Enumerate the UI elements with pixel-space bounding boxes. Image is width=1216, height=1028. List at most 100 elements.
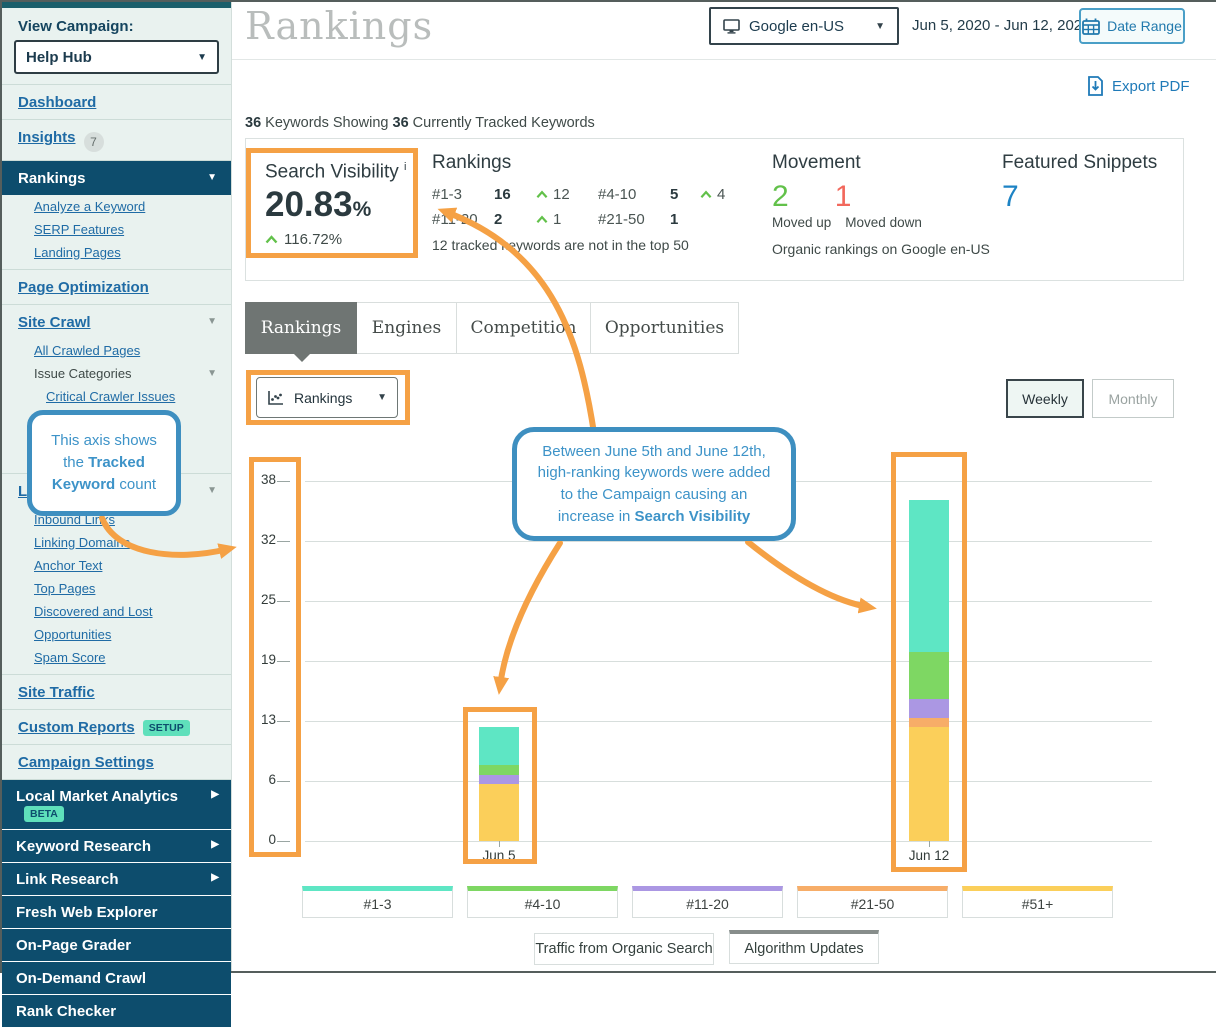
tab-engines[interactable]: Engines [357,302,457,354]
legend-item[interactable]: #11-20 [632,886,783,918]
search-visibility-title: Search Visibility i [265,161,413,183]
y-axis-highlight [249,457,301,857]
engine-select[interactable]: Google en-US ▼ [709,7,899,45]
sidebar-subitem-label: Issue Categories [34,366,132,381]
featured-snippets-value: 7 [1002,180,1157,214]
callout-text: Between June 5th and June 12th, high-ran… [531,441,777,528]
campaign-select-value: Help Hub [26,49,92,66]
sidebar-tool-on-page-grader[interactable]: On-Page Grader [2,929,231,962]
sidebar-item-top-pages[interactable]: Top Pages [2,577,231,600]
sidebar-item-linking-domains[interactable]: Linking Domains [2,531,231,554]
setup-badge: SETUP [143,720,190,736]
rankings-summary-title: Rankings [432,152,762,174]
keywords-count: 36 [245,115,261,131]
chart-type-select-value: Rankings [294,390,352,406]
legend-item[interactable]: #51+ [962,886,1113,918]
moved-down-value: 1 [835,180,852,214]
sidebar-subitem-label: Analyze a Keyword [34,199,145,214]
tool-label: Keyword Research [16,838,151,855]
chart-type-select[interactable]: Rankings ▼ [256,377,398,418]
sidebar-item-site-crawl[interactable]: Site Crawl ▼ [2,304,231,339]
sidebar-item-discovered-and-lost[interactable]: Discovered and Lost [2,600,231,623]
tab-competition[interactable]: Competition [457,302,591,354]
sidebar-item-serp-features[interactable]: SERP Features [2,218,231,241]
chevron-right-icon: ▶ [211,839,219,850]
search-visibility-value: 20.83% [265,185,413,225]
campaign-select[interactable]: Help Hub ▼ [14,40,219,74]
tool-label: On-Page Grader [16,937,131,954]
keywords-tail-text: Currently Tracked Keywords [409,115,595,131]
sidebar-item-opportunities[interactable]: Opportunities [2,623,231,646]
legend-item[interactable]: #1-3 [302,886,453,918]
export-pdf-button[interactable]: Export PDF [1087,76,1190,97]
chevron-down-icon: ▼ [207,316,217,327]
sidebar-item-label: Dashboard [18,94,96,111]
rank-bucket-label: #21-50 [598,211,670,228]
traffic-organic-search-button[interactable]: Traffic from Organic Search [534,933,714,965]
monthly-button[interactable]: Monthly [1092,379,1174,418]
gridline [305,541,1152,542]
caret-up-icon [700,190,712,199]
chevron-down-icon: ▼ [207,485,217,496]
date-range-button-label: Date Range [1107,18,1182,34]
top-teal-strip [2,2,231,8]
legend-item[interactable]: #21-50 [797,886,948,918]
tool-label: Link Research [16,871,119,888]
tab-rankings[interactable]: Rankings [245,302,357,354]
info-icon[interactable]: i [404,161,406,173]
sidebar-subitem-label: Landing Pages [34,245,121,260]
sidebar-item-rankings[interactable]: Rankings ▼ [2,160,231,195]
sidebar-tool-on-demand-crawl[interactable]: On-Demand Crawl [2,962,231,995]
moved-up-label: Moved up [772,215,831,230]
caret-up-icon [536,215,548,224]
chevron-down-icon: ▼ [197,52,207,63]
legend-label: #21-50 [851,896,895,912]
date-range-text: Jun 5, 2020 - Jun 12, 2020 [912,17,1090,34]
sidebar-item-issue-categories[interactable]: Issue Categories ▼ [2,362,231,385]
sidebar-subitem-label: SERP Features [34,222,124,237]
sidebar-tool-keyword-research[interactable]: Keyword Research ▶ [2,830,231,863]
sidebar-subitem-label: Linking Domains [34,535,130,550]
sidebar-tool-fresh-web-explorer[interactable]: Fresh Web Explorer [2,896,231,929]
sidebar-item-page-optimization[interactable]: Page Optimization [2,269,231,304]
callout-text: This axis shows the Tracked Keyword coun… [46,430,162,495]
legend-label: #51+ [1022,896,1054,912]
rank-bucket-change-value: 12 [553,186,570,203]
sidebar-subitem-label: Discovered and Lost [34,604,153,619]
rankings-summary-note: 12 tracked keywords are not in the top 5… [432,237,762,253]
legend-label: #1-3 [363,896,391,912]
search-visibility-change: 116.72% [265,231,413,248]
sidebar-item-label: Custom Reports [18,719,135,736]
algorithm-updates-button[interactable]: Algorithm Updates [729,930,879,964]
chevron-right-icon: ▶ [211,789,219,800]
weekly-button[interactable]: Weekly [1006,379,1084,418]
sidebar-item-label: Rankings [18,170,86,187]
gridline [305,601,1152,602]
date-range-button[interactable]: Date Range [1079,8,1185,44]
gridline [305,721,1152,722]
rank-bucket-value: 1 [670,211,700,228]
tab-opportunities[interactable]: Opportunities [591,302,739,354]
legend-item[interactable]: #4-10 [467,886,618,918]
sidebar-tool-link-research[interactable]: Link Research ▶ [2,863,231,896]
sidebar-item-dashboard[interactable]: Dashboard [2,84,231,119]
sidebar-item-all-crawled-pages[interactable]: All Crawled Pages [2,339,231,362]
sidebar-item-analyze-a-keyword[interactable]: Analyze a Keyword [2,195,231,218]
sidebar-item-insights[interactable]: Insights7 [2,119,231,160]
chevron-down-icon: ▼ [207,172,217,183]
sidebar-item-campaign-settings[interactable]: Campaign Settings [2,744,231,780]
tool-label: Local Market Analytics [16,788,178,805]
beta-badge: BETA [24,806,64,822]
sidebar-tool-local-market-analytics[interactable]: Local Market Analytics BETA ▶ [2,780,231,830]
sidebar-subitem-label: Top Pages [34,581,95,596]
sidebar-item-critical-crawler-issues[interactable]: Critical Crawler Issues [2,385,231,408]
sidebar-subitem-label: Opportunities [34,627,111,642]
sidebar-item-site-traffic[interactable]: Site Traffic [2,674,231,709]
sidebar-item-spam-score[interactable]: Spam Score [2,646,231,674]
sidebar-item-landing-pages[interactable]: Landing Pages [2,241,231,269]
sidebar-tool-rank-checker[interactable]: Rank Checker [2,995,231,1028]
export-pdf-label: Export PDF [1112,78,1190,95]
sidebar-item-custom-reports[interactable]: Custom Reports SETUP [2,709,231,744]
search-visibility-change-value: 116.72% [284,231,342,248]
sidebar-item-anchor-text[interactable]: Anchor Text [2,554,231,577]
